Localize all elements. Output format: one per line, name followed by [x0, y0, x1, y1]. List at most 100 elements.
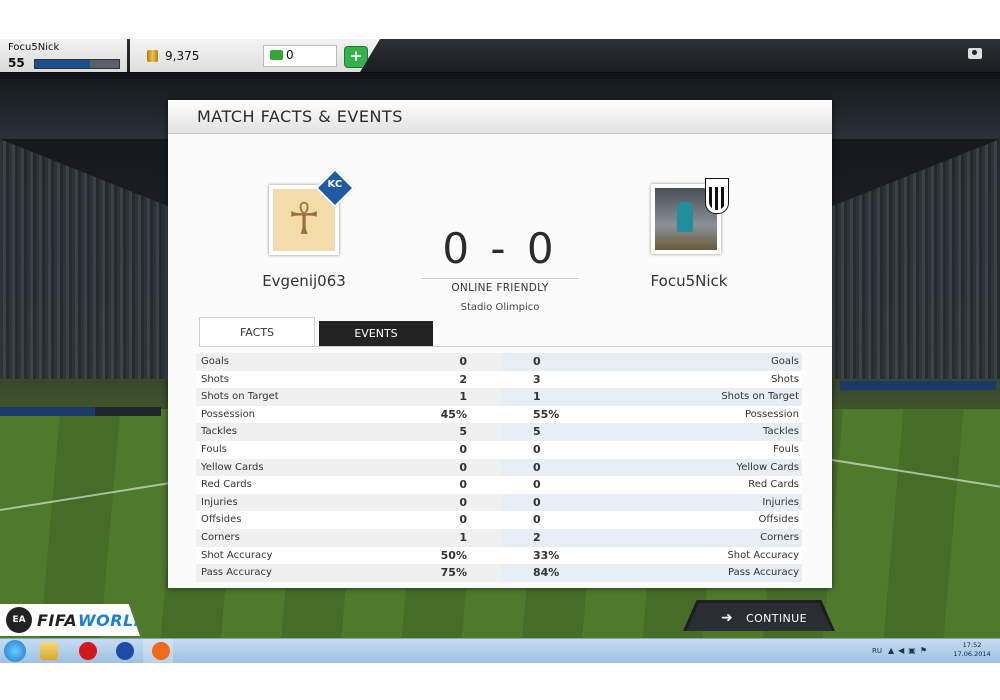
stat-value-away: 55% — [533, 407, 560, 421]
stat-label-away: Possession — [744, 408, 799, 420]
stats-row-away-bg — [501, 493, 802, 512]
coin-icon — [147, 50, 158, 62]
stat-value-home: 45% — [440, 407, 467, 421]
stat-value-away: 0 — [533, 442, 541, 456]
stat-value-home: 75% — [440, 566, 467, 580]
home-team-name: Evgenij063 — [262, 272, 346, 290]
stat-value-home: 0 — [459, 495, 467, 509]
clock-date[interactable]: 17.06.2014 — [952, 650, 992, 658]
dialog-title: MATCH FACTS & EVENTS — [197, 107, 403, 126]
fifa-points-icon — [270, 50, 283, 60]
stadium-name: Stadio Olimpico — [460, 302, 540, 313]
away-club-badge — [705, 178, 729, 214]
stat-value-away: 33% — [533, 548, 560, 562]
stat-label-home: Fouls — [201, 443, 227, 455]
stat-label-home: Red Cards — [201, 479, 252, 491]
stat-value-away: 3 — [533, 372, 541, 386]
stat-label-home: Corners — [201, 531, 240, 543]
xp-bar — [34, 59, 120, 69]
stats-table: Goals 0 0 Goals Shots 2 3 Shots Shots on Target 1… — [196, 353, 802, 582]
windows-taskbar: RU ▲◀▣⚑ 17:52 17.06.2014 — [0, 638, 1000, 663]
stats-row: Offsides 0 0 Offsides — [196, 511, 802, 529]
stat-value-away: 2 — [533, 530, 541, 544]
continue-label: CONTINUE — [746, 612, 807, 625]
stat-value-home: 0 — [459, 478, 467, 492]
continue-button-face: ➜ CONTINUE — [686, 603, 832, 631]
stat-label-away: Yellow Cards — [736, 461, 799, 473]
origin-icon[interactable] — [152, 642, 170, 660]
stat-value-home: 0 — [459, 355, 467, 368]
player-figure — [677, 202, 693, 232]
ad-board-left — [0, 407, 96, 416]
away-team-name: Focu5Nick — [650, 272, 728, 290]
user-level: 55 — [8, 56, 25, 70]
stats-row: Pass Accuracy 75% 84% Pass Accuracy — [196, 564, 802, 582]
stat-label-away: Tackles — [762, 426, 799, 438]
stat-value-home: 1 — [459, 390, 467, 404]
stats-row: Tackles 5 5 Tackles — [196, 423, 802, 441]
clock-time[interactable]: 17:52 — [952, 641, 992, 649]
stat-value-home: 50% — [440, 548, 467, 562]
user-box[interactable]: Focu5Nick 55 — [0, 39, 127, 72]
tab-facts[interactable]: FACTS — [199, 317, 315, 347]
opera-icon[interactable] — [79, 642, 97, 660]
stats-row: Yellow Cards 0 0 Yellow Cards — [196, 458, 802, 477]
top-bar: Focu5Nick 55 9,375 0 + — [0, 39, 1000, 73]
stat-value-home: 5 — [459, 425, 467, 439]
stat-value-home: 0 — [459, 513, 467, 527]
stat-value-away: 0 — [533, 495, 541, 509]
stat-label-home: Possession — [201, 408, 256, 420]
stats-row: Shots 2 3 Shots — [196, 370, 802, 389]
points-balance: 0 — [286, 48, 294, 62]
stat-label-away: Fouls — [773, 443, 799, 455]
stat-label-away: Pass Accuracy — [728, 567, 799, 579]
stat-label-away: Shots on Target — [721, 391, 799, 403]
stats-row: Possession 45% 55% Possession — [196, 405, 802, 424]
match-facts-dialog: MATCH FACTS & EVENTS ☥ KC 0 - 0 ONLINE F… — [168, 100, 832, 588]
dialog-body: ☥ KC 0 - 0 ONLINE FRIENDLY Stadio Olimpi… — [168, 134, 832, 588]
tray-icons[interactable]: ▲◀▣⚑ — [888, 646, 931, 655]
home-club-badge-letters: KC — [327, 178, 343, 190]
continue-button[interactable]: ➜ CONTINUE — [683, 600, 835, 631]
score-divider — [421, 278, 579, 279]
camera-icon[interactable] — [968, 48, 982, 59]
stat-label-home: Shots — [201, 373, 229, 385]
stat-value-home: 2 — [459, 372, 467, 386]
fifa-world-logo: EA FIFA WORLD — [0, 604, 140, 636]
stat-label-home: Shots on Target — [201, 391, 279, 403]
points-box: 0 — [263, 45, 337, 67]
stat-value-away: 0 — [533, 355, 541, 368]
stats-row: Red Cards 0 0 Red Cards — [196, 476, 802, 494]
stat-label-home: Shot Accuracy — [201, 549, 273, 561]
stats-row: Shots on Target 1 1 Shots on Target — [196, 388, 802, 406]
stats-row: Goals 0 0 Goals — [196, 353, 802, 371]
stat-label-away: Injuries — [762, 496, 799, 508]
fifa-world-icon[interactable] — [116, 642, 134, 660]
stat-label-home: Injuries — [201, 496, 238, 508]
stats-row: Fouls 0 0 Fouls — [196, 440, 802, 459]
stats-row: Injuries 0 0 Injuries — [196, 493, 802, 512]
stat-label-home: Goals — [201, 356, 229, 367]
username: Focu5Nick — [8, 42, 60, 53]
stat-value-home: 0 — [459, 460, 467, 474]
currency-box: 9,375 0 + — [130, 39, 380, 72]
dialog-header: MATCH FACTS & EVENTS — [168, 100, 832, 134]
ea-sports-logo: EA — [6, 607, 32, 633]
stat-value-away: 1 — [533, 390, 541, 404]
logo-fifa-text: FIFA — [37, 611, 78, 630]
language-indicator[interactable]: RU — [872, 647, 882, 655]
start-button-icon[interactable] — [4, 640, 26, 662]
stat-label-away: Offsides — [758, 514, 799, 526]
stat-label-away: Shots — [771, 373, 799, 385]
folder-icon[interactable] — [40, 642, 58, 660]
stat-label-home: Pass Accuracy — [201, 567, 272, 579]
stat-label-home: Tackles — [201, 426, 238, 438]
stats-row-away-bg — [501, 528, 802, 547]
crowd-left — [0, 139, 180, 379]
coins-balance: 9,375 — [165, 49, 200, 63]
tab-divider — [199, 346, 832, 347]
xp-bar-fill — [35, 60, 90, 68]
add-points-button[interactable]: + — [344, 46, 368, 68]
tab-events[interactable]: EVENTS — [319, 321, 433, 346]
stats-row-away-bg — [501, 511, 802, 529]
